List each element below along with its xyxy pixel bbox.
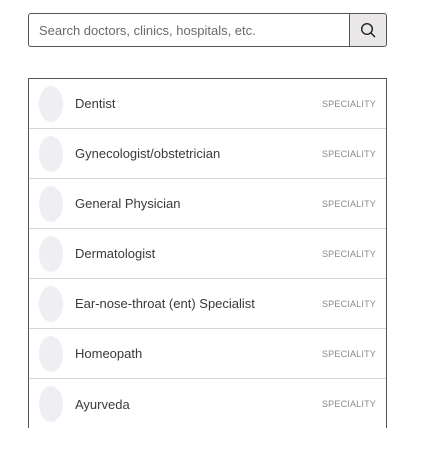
result-item-dentist[interactable]: Dentist SPECIALITY [29, 79, 386, 129]
results-list: Dentist SPECIALITY Gynecologist/obstetri… [28, 78, 387, 428]
avatar [39, 135, 63, 172]
result-type-label: SPECIALITY [321, 399, 376, 409]
result-name: General Physician [75, 196, 181, 211]
result-type-label: SPECIALITY [321, 298, 376, 309]
result-name: Gynecologist/obstetrician [75, 146, 221, 161]
result-type-label: SPECIALITY [321, 248, 376, 259]
result-type-label: SPECIALITY [321, 348, 376, 359]
search-icon [360, 22, 376, 38]
avatar [39, 285, 63, 322]
result-item-homeopath[interactable]: Homeopath SPECIALITY [29, 329, 386, 379]
result-type-label: SPECIALITY [321, 98, 376, 109]
result-name: Homeopath [75, 346, 143, 361]
search-bar [28, 13, 387, 47]
result-item-dermatologist[interactable]: Dermatologist SPECIALITY [29, 229, 386, 279]
avatar [39, 235, 63, 272]
result-item-gynecologist[interactable]: Gynecologist/obstetrician SPECIALITY [29, 129, 386, 179]
result-name: Dermatologist [75, 246, 156, 261]
result-type-label: SPECIALITY [321, 148, 376, 159]
page: Dentist SPECIALITY Gynecologist/obstetri… [0, 0, 432, 456]
avatar [39, 185, 63, 222]
result-item-ent-specialist[interactable]: Ear-nose-throat (ent) Specialist SPECIAL… [29, 279, 386, 329]
result-type-label: SPECIALITY [321, 198, 376, 209]
search-button[interactable] [349, 13, 387, 47]
avatar [39, 85, 63, 122]
avatar [39, 335, 63, 372]
avatar [39, 386, 63, 422]
result-name: Dentist [75, 96, 116, 111]
result-name: Ear-nose-throat (ent) Specialist [75, 296, 255, 311]
result-item-ayurveda[interactable]: Ayurveda SPECIALITY [29, 379, 386, 428]
search-input[interactable] [28, 13, 349, 47]
result-item-general-physician[interactable]: General Physician SPECIALITY [29, 179, 386, 229]
result-name: Ayurveda [75, 396, 130, 412]
